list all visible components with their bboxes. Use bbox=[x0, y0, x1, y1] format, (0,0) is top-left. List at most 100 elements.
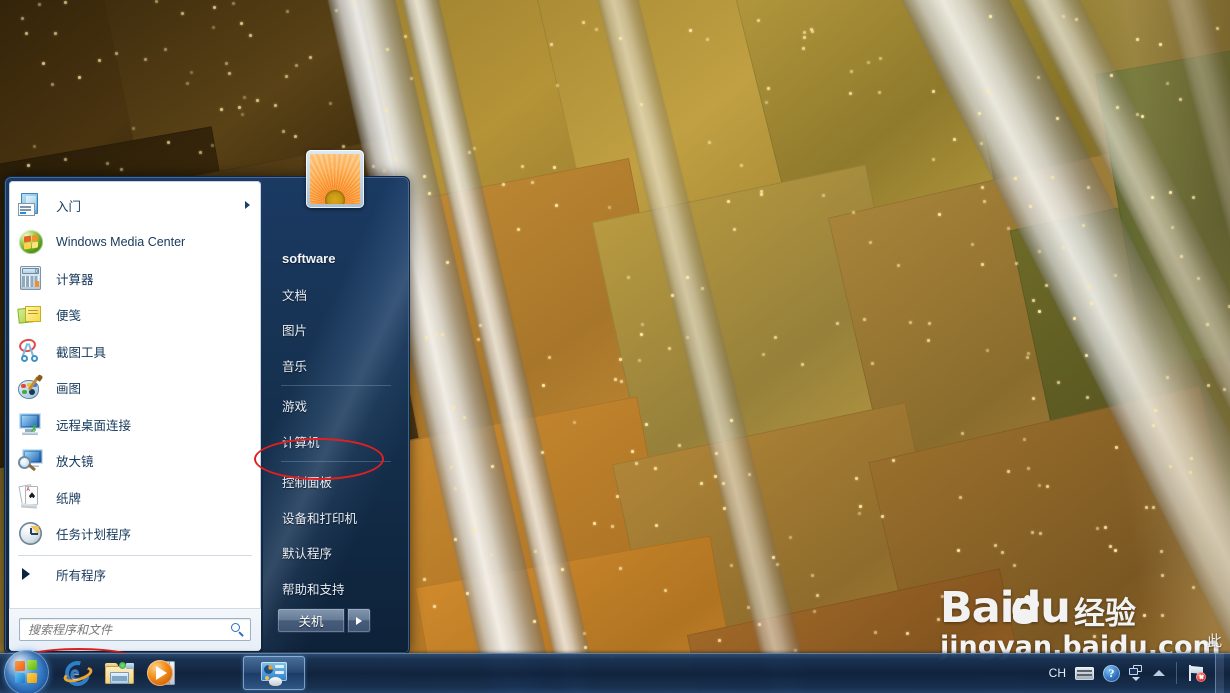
start-menu-program-item[interactable]: 画图 bbox=[9, 370, 261, 407]
wallpaper-rivet bbox=[428, 192, 431, 195]
wallpaper-rivet bbox=[1062, 15, 1065, 18]
wallpaper-rivet bbox=[774, 336, 777, 339]
wallpaper-rivet bbox=[1104, 526, 1107, 529]
start-menu-program-item[interactable]: A 纸牌 bbox=[9, 479, 261, 516]
wallpaper-rivet bbox=[1038, 250, 1041, 253]
shutdown-options-button[interactable] bbox=[347, 608, 371, 633]
wallpaper-rivet bbox=[1154, 409, 1157, 412]
search-input[interactable] bbox=[28, 622, 231, 637]
keyboard-icon[interactable] bbox=[1075, 666, 1094, 680]
start-menu-program-item[interactable]: 任务计划程序 bbox=[9, 516, 261, 553]
wallpaper-rivet bbox=[64, 158, 67, 161]
wallpaper-rivet bbox=[232, 2, 235, 5]
windows-media-center-icon bbox=[18, 229, 44, 255]
wallpaper-rivet bbox=[367, 61, 370, 64]
search-icon[interactable] bbox=[231, 622, 245, 637]
wallpaper-rivet bbox=[115, 52, 118, 55]
wallpaper-rivet bbox=[1136, 113, 1139, 116]
avatar[interactable] bbox=[306, 150, 364, 208]
program-label: 计算器 bbox=[56, 272, 94, 287]
show-hidden-icons-icon[interactable] bbox=[1153, 669, 1165, 677]
wallpaper-rivet bbox=[423, 175, 426, 178]
wallpaper-rivet bbox=[454, 538, 457, 541]
start-menu-right-item[interactable]: 文档 bbox=[263, 277, 405, 313]
start-menu-right-item[interactable]: 计算机 bbox=[263, 424, 405, 460]
start-menu-right-item[interactable]: 控制面板 bbox=[263, 464, 405, 500]
wallpaper-rivet bbox=[762, 353, 765, 356]
start-menu-right-item[interactable]: 默认程序 bbox=[263, 535, 405, 571]
start-menu-left-panel: 入门 Windows Media Center 0 计算器 便笺 截图工具 画图… bbox=[9, 181, 261, 651]
wallpaper-rivet bbox=[386, 48, 389, 51]
start-menu-program-item[interactable]: Windows Media Center bbox=[9, 224, 261, 261]
wallpaper-rivet bbox=[1145, 506, 1148, 509]
all-programs-button[interactable]: 所有程序 bbox=[9, 557, 261, 591]
start-menu-right-panel: software 文档 图片 音乐游戏 计算机控制面板 设备和打印机 默认程序 帮助和支持 bbox=[263, 181, 405, 649]
search-box[interactable] bbox=[19, 618, 251, 641]
wallpaper-rivet bbox=[491, 465, 494, 468]
wallpaper-rivet bbox=[25, 32, 28, 35]
user-name-item[interactable]: software bbox=[263, 241, 405, 277]
wallpaper-rivet bbox=[584, 646, 587, 649]
control-panel-window-button[interactable] bbox=[243, 656, 305, 690]
task-scheduler-icon bbox=[18, 521, 44, 547]
help-icon[interactable]: ? bbox=[1103, 664, 1120, 682]
paint-icon bbox=[18, 373, 44, 401]
wallpaper-rivet bbox=[983, 200, 986, 203]
start-menu-program-item[interactable]: 入门 bbox=[9, 187, 261, 224]
start-menu-right-item[interactable]: 图片 bbox=[263, 312, 405, 348]
ime-language-indicator[interactable]: CH bbox=[1049, 666, 1066, 680]
wallpaper-rivet bbox=[1093, 635, 1096, 638]
wallpaper-rivet bbox=[228, 72, 231, 75]
wallpaper-rivet bbox=[836, 322, 839, 325]
wallpaper-rivet bbox=[573, 421, 576, 424]
wallpaper-rivet bbox=[211, 144, 214, 147]
start-menu-program-item[interactable]: 放大镜 bbox=[9, 443, 261, 480]
wallpaper-rivet bbox=[937, 618, 940, 621]
wallpaper-rivet bbox=[874, 631, 877, 634]
start-menu-program-item[interactable]: 截图工具 bbox=[9, 333, 261, 370]
internet-explorer-icon[interactable]: e bbox=[60, 656, 95, 691]
wallpaper-rivet bbox=[1110, 74, 1113, 77]
wallpaper-rivet bbox=[1029, 205, 1032, 208]
wallpaper-rivet bbox=[671, 294, 674, 297]
solitaire-icon: A bbox=[18, 484, 44, 510]
wallpaper-rivet bbox=[220, 108, 223, 111]
wallpaper-rivet bbox=[640, 333, 643, 336]
file-explorer-icon[interactable] bbox=[104, 657, 136, 689]
switch-window-icon[interactable] bbox=[1129, 664, 1144, 682]
wallpaper-rivet bbox=[533, 620, 536, 623]
wallpaper-rivet bbox=[1114, 549, 1117, 552]
wallpaper-rivet bbox=[801, 363, 804, 366]
wallpaper-rivet bbox=[614, 378, 617, 381]
wallpaper-rivet bbox=[452, 406, 455, 409]
wallpaper-rivet bbox=[810, 28, 813, 31]
wallpaper-rivet bbox=[981, 186, 984, 189]
wallpaper-rivet bbox=[1057, 381, 1060, 384]
shutdown-button[interactable]: 关机 bbox=[277, 608, 345, 633]
wallpaper-rivet bbox=[678, 444, 681, 447]
wallpaper-rivet bbox=[1031, 531, 1034, 534]
wallpaper-rivet bbox=[941, 595, 944, 598]
wallpaper-rivet bbox=[541, 451, 544, 454]
start-menu-program-item[interactable]: ✗ 远程桌面连接 bbox=[9, 406, 261, 443]
windows-media-player-icon[interactable] bbox=[146, 657, 178, 689]
show-desktop-button[interactable] bbox=[1215, 653, 1224, 693]
wallpaper-rivet bbox=[1169, 465, 1172, 468]
wallpaper-rivet bbox=[106, 162, 109, 165]
start-menu-right-item[interactable]: 设备和打印机 bbox=[263, 500, 405, 536]
start-orb[interactable] bbox=[4, 650, 49, 693]
network-disconnected-icon[interactable] bbox=[1188, 665, 1206, 682]
wallpaper-rivet bbox=[700, 482, 703, 485]
start-menu-program-item[interactable]: 便笺 bbox=[9, 297, 261, 334]
start-menu-right-item[interactable]: 音乐 bbox=[263, 348, 405, 384]
wallpaper-rivet bbox=[1152, 424, 1155, 427]
wallpaper-rivet bbox=[1027, 467, 1030, 470]
start-menu-right-item[interactable]: 游戏 bbox=[263, 388, 405, 424]
start-menu-program-item[interactable]: 0 计算器 bbox=[9, 260, 261, 297]
start-menu-right-item[interactable]: 帮助和支持 bbox=[263, 571, 405, 607]
shutdown-row: 关机 bbox=[277, 608, 371, 633]
wallpaper-rivet bbox=[1090, 302, 1093, 305]
wallpaper-rivet bbox=[978, 112, 981, 115]
program-label: 放大镜 bbox=[56, 455, 94, 470]
wallpaper-rivet bbox=[548, 356, 551, 359]
